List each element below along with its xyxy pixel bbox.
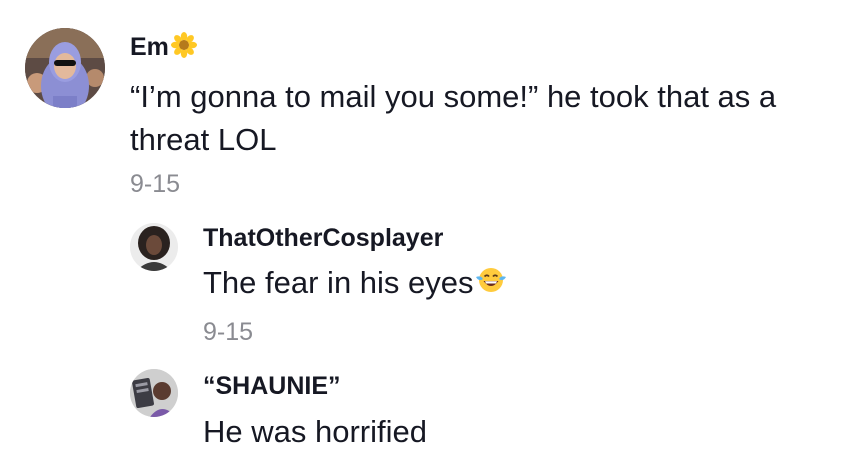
reply-item: ThatOtherCosplayer The fear in his eyes … — [0, 210, 866, 350]
comment-text: “I’m gonna to mail you some!” he took th… — [130, 79, 777, 157]
sunflower-icon — [170, 32, 197, 65]
reply-text: He was horrified — [203, 414, 427, 449]
reply-username[interactable]: “SHAUNIE” — [203, 372, 341, 401]
avatar[interactable] — [130, 369, 178, 417]
avatar-hooded-figure-icon — [25, 28, 105, 108]
reply-username[interactable]: ThatOtherCosplayer — [203, 224, 443, 253]
avatar[interactable] — [130, 223, 178, 271]
comment-item: Em “I’m gonna to mail you some!” he took… — [0, 0, 866, 210]
reply-item: “SHAUNIE” He was horrified — [0, 350, 866, 460]
avatar[interactable] — [25, 28, 105, 108]
avatar-person-icon — [130, 223, 178, 271]
avatar-person-sign-icon — [130, 369, 178, 417]
tears-of-joy-icon — [475, 265, 507, 305]
comment-username[interactable]: Em — [130, 32, 197, 65]
comment-date: 9-15 — [130, 170, 181, 198]
reply-date: 9-15 — [203, 318, 254, 346]
reply-text: The fear in his eyes — [203, 263, 507, 305]
